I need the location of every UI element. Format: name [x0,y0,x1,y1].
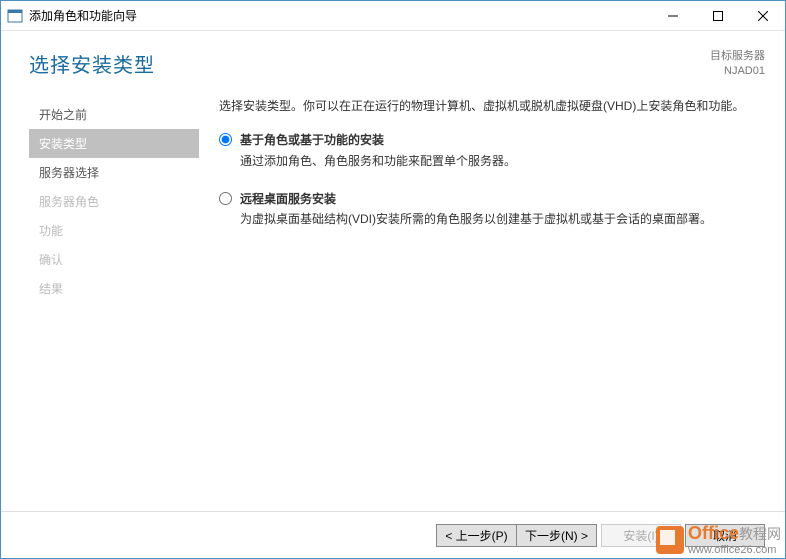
option-rds[interactable]: 远程桌面服务安装 为虚拟桌面基础结构(VDI)安装所需的角色服务以创建基于虚拟机… [219,189,765,230]
option-rds-title: 远程桌面服务安装 [240,189,712,209]
app-icon [7,8,23,24]
page-title: 选择安装类型 [29,49,155,78]
install-type-options: 基于角色或基于功能的安装 通过添加角色、角色服务和功能来配置单个服务器。 远程桌… [219,130,765,230]
minimize-button[interactable] [650,1,695,30]
option-role-based-radio[interactable] [219,133,232,146]
option-role-based[interactable]: 基于角色或基于功能的安装 通过添加角色、角色服务和功能来配置单个服务器。 [219,130,765,171]
option-rds-text: 远程桌面服务安装 为虚拟桌面基础结构(VDI)安装所需的角色服务以创建基于虚拟机… [240,189,712,230]
target-value: NJAD01 [710,64,765,79]
body: 开始之前 安装类型 服务器选择 服务器角色 功能 确认 结果 选择安装类型。你可… [1,90,785,303]
sidebar-item-install-type[interactable]: 安装类型 [29,129,199,158]
option-rds-desc: 为虚拟桌面基础结构(VDI)安装所需的角色服务以创建基于虚拟机或基于会话的桌面部… [240,212,712,226]
window-title: 添加角色和功能向导 [29,7,137,24]
cancel-button[interactable]: 取消 [685,524,765,547]
sidebar-item-before[interactable]: 开始之前 [29,100,199,129]
next-button[interactable]: 下一步(N) > [516,524,597,547]
sidebar-item-server-select[interactable]: 服务器选择 [29,158,199,187]
sidebar-item-features: 功能 [29,216,199,245]
content-area: 选择安装类型 目标服务器 NJAD01 开始之前 安装类型 服务器选择 服务器角… [1,31,785,511]
option-role-based-text: 基于角色或基于功能的安装 通过添加角色、角色服务和功能来配置单个服务器。 [240,130,516,171]
titlebar: 添加角色和功能向导 [1,1,785,31]
header: 选择安装类型 目标服务器 NJAD01 [1,31,785,90]
sidebar-item-results: 结果 [29,274,199,303]
wizard-sidebar: 开始之前 安装类型 服务器选择 服务器角色 功能 确认 结果 [29,94,199,303]
intro-text: 选择安装类型。你可以在正在运行的物理计算机、虚拟机或脱机虚拟硬盘(VHD)上安装… [219,96,765,116]
install-button: 安装(I) [601,524,681,547]
sidebar-item-server-roles: 服务器角色 [29,187,199,216]
maximize-button[interactable] [695,1,740,30]
option-role-based-desc: 通过添加角色、角色服务和功能来配置单个服务器。 [240,154,516,168]
main-panel: 选择安装类型。你可以在正在运行的物理计算机、虚拟机或脱机虚拟硬盘(VHD)上安装… [199,94,765,303]
target-server-box: 目标服务器 NJAD01 [710,49,765,80]
target-label: 目标服务器 [710,49,765,64]
wizard-footer: < 上一步(P) 下一步(N) > 安装(I) 取消 [1,511,785,558]
option-role-based-title: 基于角色或基于功能的安装 [240,130,516,150]
window-controls [650,1,785,30]
close-button[interactable] [740,1,785,30]
prev-button[interactable]: < 上一步(P) [436,524,516,547]
sidebar-item-confirm: 确认 [29,245,199,274]
nav-button-group: < 上一步(P) 下一步(N) > [436,524,597,547]
option-rds-radio[interactable] [219,192,232,205]
